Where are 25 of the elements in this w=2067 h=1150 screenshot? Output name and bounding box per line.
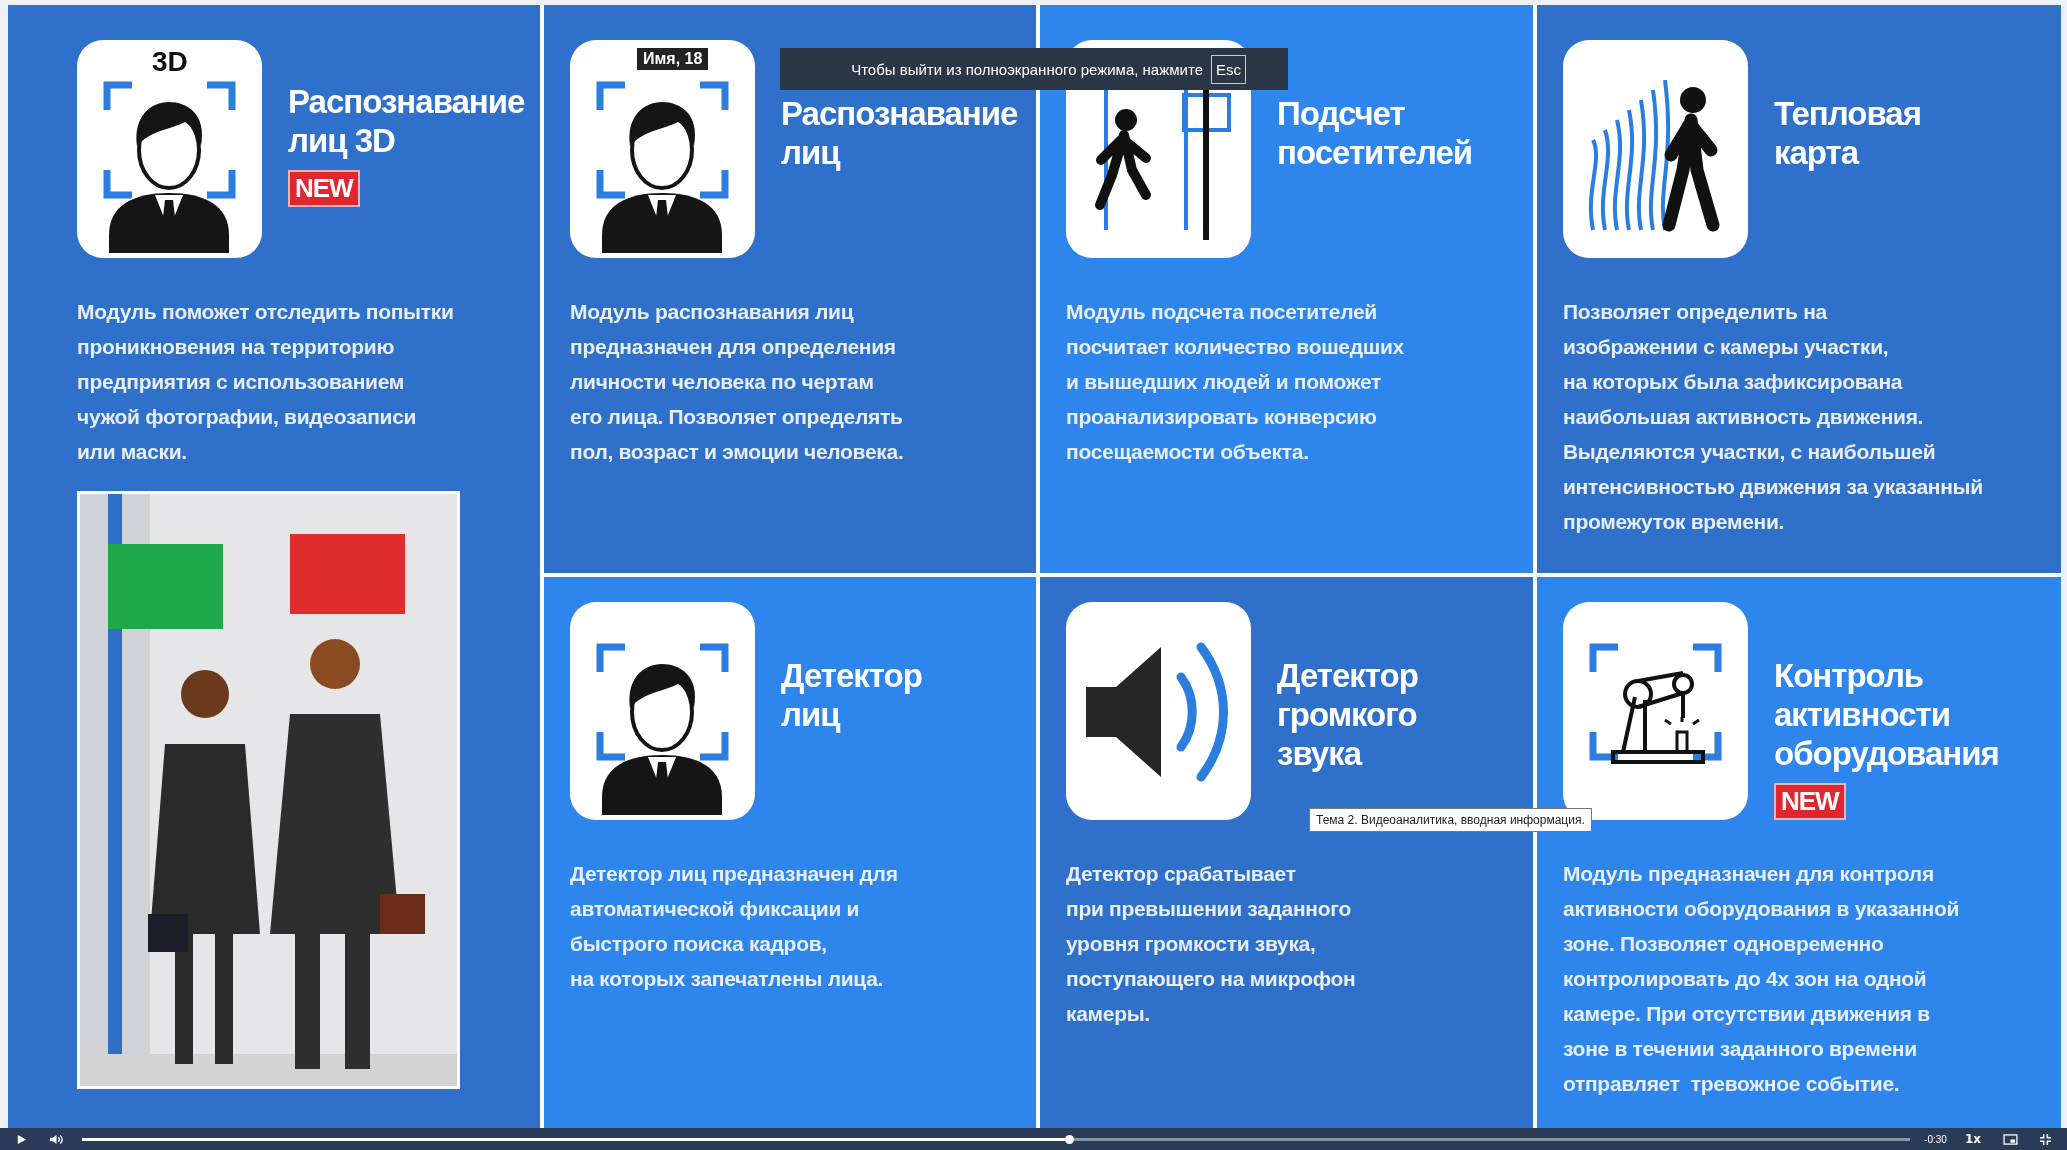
panel-description: Модуль подсчета посетителей посчитает количество вошедших и вышедших людей и поможет проанализировать конверсию посещаемости объекта. <box>1066 299 1405 465</box>
panel-description: Детектор срабатывает при превышении заданного уровня громкости звука, поступающего на микрофон камеры. <box>1066 861 1357 1027</box>
notice-text: Чтобы выйти из полноэкранного режима, нажмите <box>851 60 1203 78</box>
panel-title: Распознавание лиц 3D <box>288 82 525 160</box>
progress-thumb[interactable] <box>1065 1134 1075 1144</box>
speed-button[interactable]: 1x <box>1960 1132 1985 1146</box>
progress-track[interactable] <box>82 1137 1911 1141</box>
panel-description: Модуль поможет отследить попытки проникновения на территорию предприятия с использованием чужой фотографии, видеозаписи или маски. <box>77 299 455 465</box>
panel-title: Детектор громкого звука <box>1277 656 1418 773</box>
panel-title: Детектор лиц <box>781 656 922 734</box>
icon-label: Имя, 18 <box>637 48 709 70</box>
new-badge: NEW <box>1774 783 1846 820</box>
icon-label: 3D <box>152 46 188 78</box>
panel-description: Модуль распознавания лиц предназначен для определения личности человека по чертам его лица. Позволяет определять пол, возраст и эмоции человека. <box>570 299 905 465</box>
panel-description: Модуль предназначен для контроля активности оборудования в указанной зоне. Позволяет одновременно контролировать до 4х зон на одной камере. При отсутствии движения в зоне в течении заданного времени отправляет тревожное событие. <box>1563 861 1961 1097</box>
panel-title: Распознавание лиц <box>781 94 1018 172</box>
tooltip: Тема 2. Видеоаналитика, вводная информация. <box>1309 808 1592 832</box>
panel-title: Тепловая карта <box>1774 94 1921 172</box>
panel-description: Детектор лиц предназначен для автоматической фиксации и быстрого поиска кадров, на которых запечатлены лица. <box>570 861 899 992</box>
panel-description: Позволяет определить на изображении с камеры участки, на которых была зафиксирована наибольшая активность движения. Выделяются участки, с наибольшей интенсивностью движения за указанный промежуток времени. <box>1563 299 1984 535</box>
time-remaining: -0:30 <box>1924 1133 1947 1145</box>
new-badge: NEW <box>288 170 360 207</box>
esc-key: Esc <box>1211 54 1246 84</box>
panel-title: Подсчет посетителей <box>1277 94 1473 172</box>
panel-title: Контроль активности оборудования <box>1774 656 1999 773</box>
